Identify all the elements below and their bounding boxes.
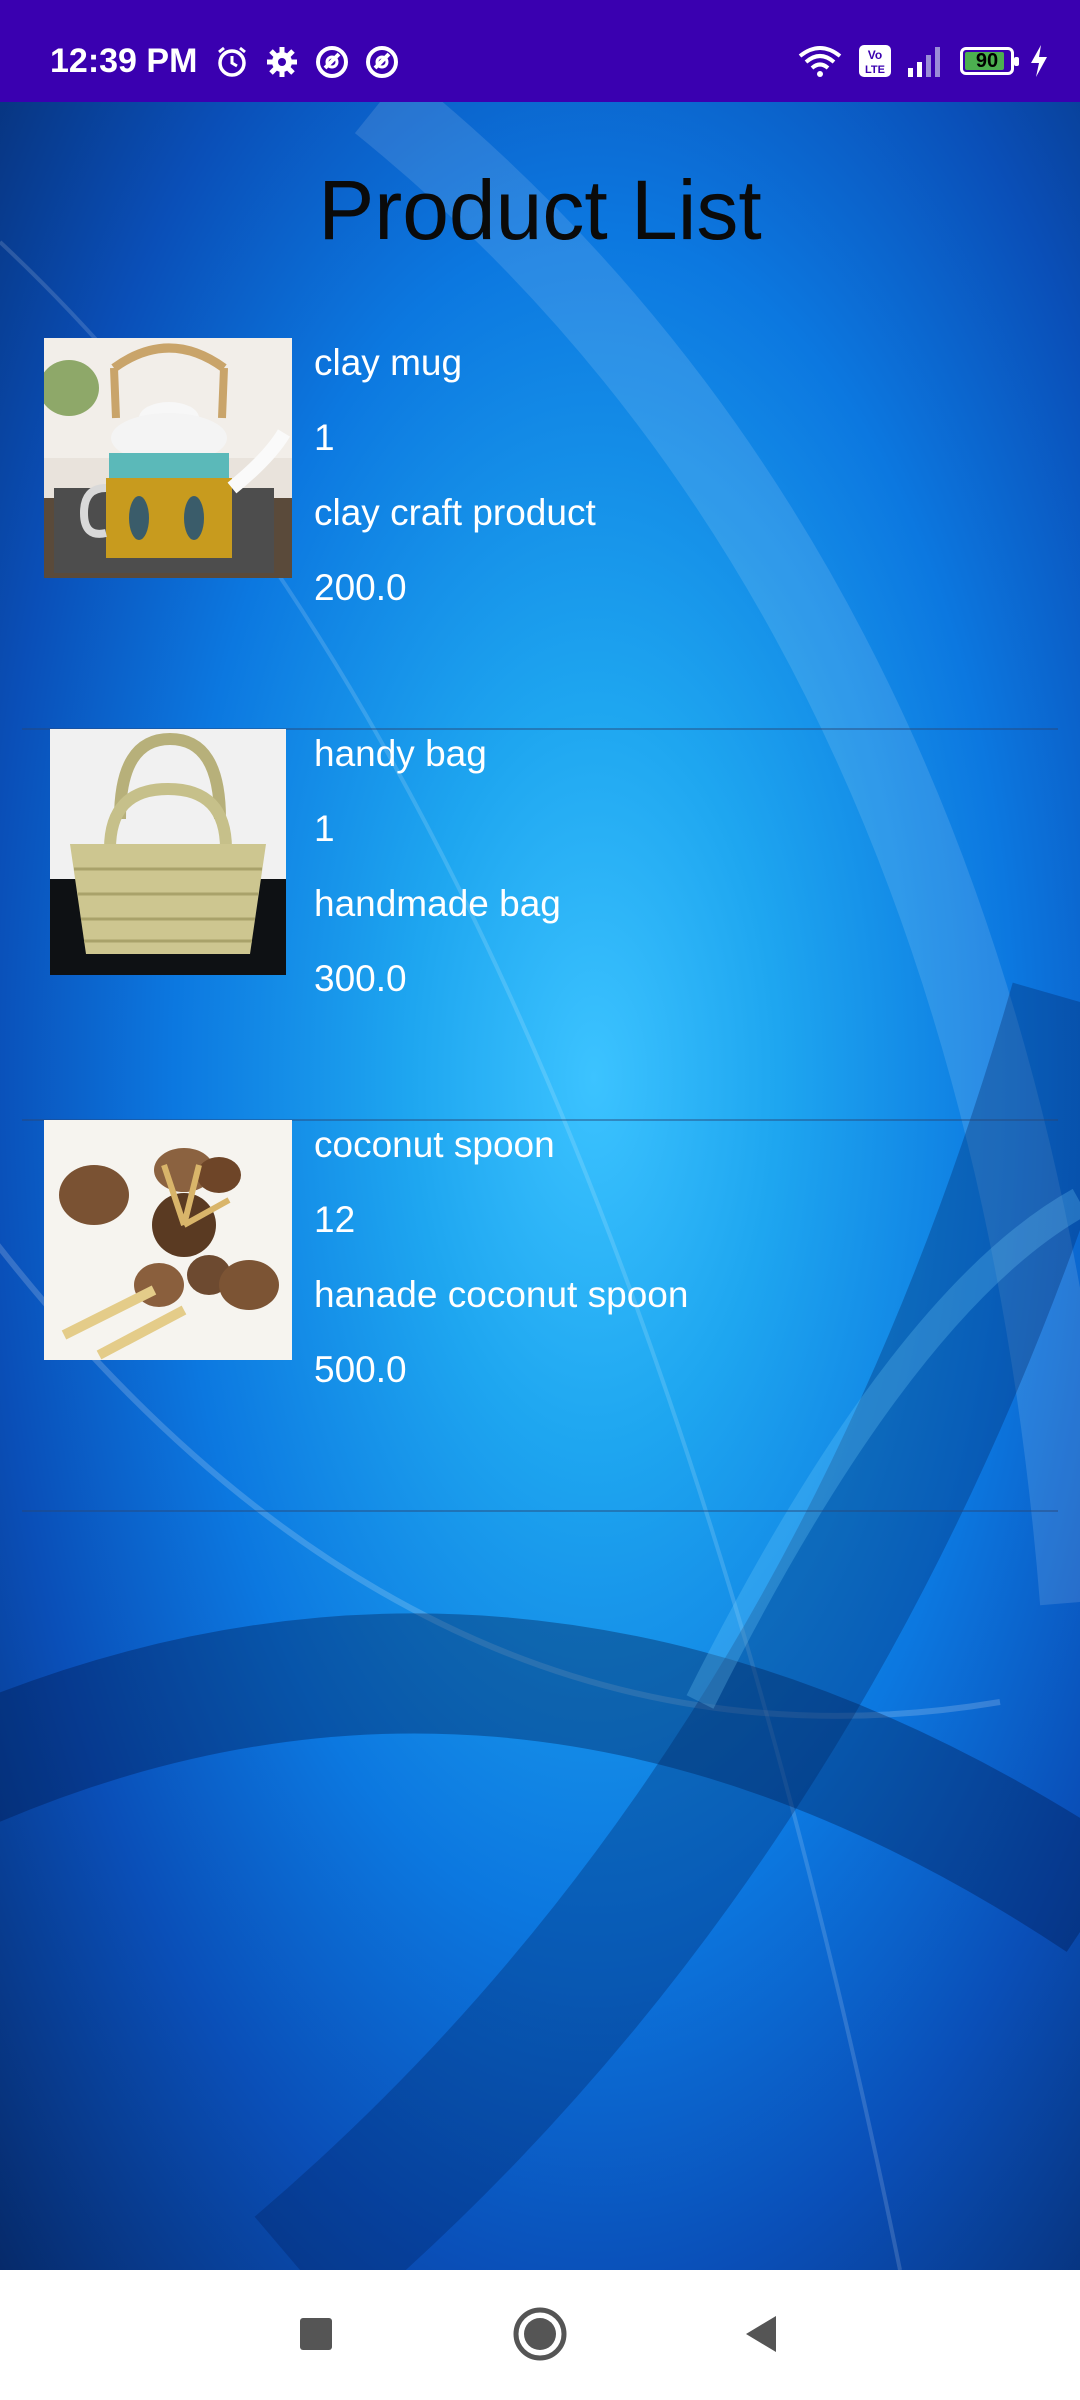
page-title: Product List [318,163,762,257]
home-circle-icon[interactable] [508,2302,572,2366]
product-image [44,1120,292,1360]
product-description: handmade bag [314,883,561,924]
recents-square-icon[interactable] [284,2302,348,2366]
app-background: Product List clay mug 1 clay craft produ… [0,102,1080,2270]
status-bar: 12:39 PM Vo LTE 90 [0,0,1080,102]
product-details: clay mug 1 clay craft product 200.0 [314,338,596,638]
list-item[interactable]: handy bag 1 handmade bag 300.0 [22,729,1058,1121]
list-item[interactable]: clay mug 1 clay craft product 200.0 [22,338,1058,730]
product-price: 300.0 [314,958,407,999]
product-price: 500.0 [314,1349,407,1390]
status-right-icons: Vo LTE 90 [796,44,1050,78]
product-quantity: 1 [314,417,335,458]
coconut-spoons-image [44,1120,292,1360]
product-image [50,729,286,975]
gear-icon [267,47,297,77]
product-quantity: 1 [314,808,335,849]
product-name: handy bag [314,733,487,774]
alarm-icon [218,46,246,77]
status-time: 12:39 PM [50,42,198,80]
navigation-bar [0,2270,1080,2400]
product-price: 200.0 [314,567,407,608]
vpn-icon [366,46,398,78]
product-image [44,338,292,578]
charging-icon [1031,45,1047,77]
volte-icon: Vo LTE [859,45,891,77]
vpn-icon [316,46,348,78]
signal-icon [908,47,940,77]
wifi-icon [798,46,842,77]
battery-level: 90 [975,49,999,72]
teapot-image [44,338,292,578]
svg-text:Vo: Vo [868,48,882,62]
product-details: coconut spoon 12 hanade coconut spoon 50… [314,1120,688,1420]
basket-bag-image [50,729,286,975]
product-description: hanade coconut spoon [314,1274,689,1315]
battery-icon: 90 [960,47,1019,75]
product-details: handy bag 1 handmade bag 300.0 [314,729,561,1029]
product-description: clay craft product [314,492,596,533]
product-quantity: 12 [314,1199,356,1240]
back-triangle-icon[interactable] [730,2302,794,2366]
svg-text:LTE: LTE [865,64,885,76]
product-name: clay mug [314,342,463,383]
product-name: coconut spoon [314,1124,555,1165]
status-left-icons [214,44,400,80]
list-item[interactable]: coconut spoon 12 hanade coconut spoon 50… [22,1120,1058,1512]
